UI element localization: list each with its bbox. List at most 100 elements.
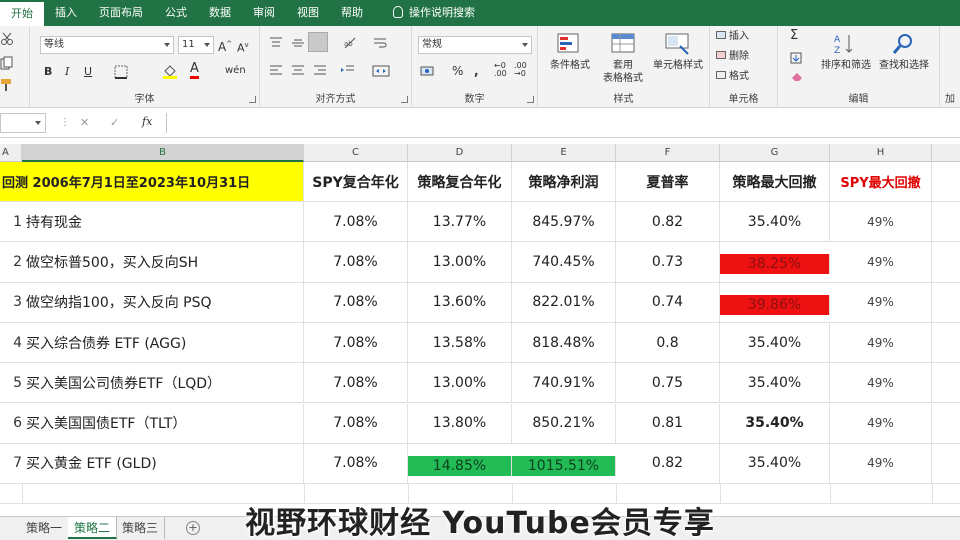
value-cell-e[interactable]: 845.97% <box>512 202 616 242</box>
format-painter-icon[interactable] <box>0 78 14 92</box>
header-spy-drawdown[interactable]: SPY最大回撤 <box>830 162 932 201</box>
value-cell-c[interactable]: 7.08% <box>304 242 408 282</box>
font-size-combo[interactable]: 11 <box>178 36 214 54</box>
indent-icon[interactable] <box>340 64 356 78</box>
value-cell-c[interactable]: 7.08% <box>304 322 408 363</box>
format-cells-button[interactable]: 格式 <box>716 70 749 84</box>
value-cell-h[interactable]: 49% <box>830 443 932 484</box>
value-cell-e[interactable]: 822.01% <box>512 282 616 322</box>
strategy-name-cell[interactable]: 2 做空标普500，买入反向SH <box>0 242 304 282</box>
orientation-icon[interactable]: ab <box>342 36 358 50</box>
value-cell-d[interactable]: 13.60% <box>408 282 512 322</box>
value-cell-d[interactable]: 13.77% <box>408 202 512 242</box>
header-title-cell[interactable]: 回测 2006年7月1日至2023年10月31日 <box>0 162 304 201</box>
italic-button[interactable]: I <box>65 64 69 80</box>
value-cell-g[interactable]: 35.40% <box>720 363 830 403</box>
fill-color-icon[interactable] <box>162 63 178 79</box>
column-header-b[interactable]: B <box>22 144 304 162</box>
value-cell-g[interactable]: 35.40% <box>720 202 830 242</box>
header-spy-cagr[interactable]: SPY复合年化 <box>304 162 408 201</box>
clear-icon[interactable] <box>790 70 804 82</box>
formula-input[interactable] <box>166 113 960 133</box>
strategy-name-cell[interactable]: 5 买入美国公司债券ETF（LQD） <box>0 363 304 403</box>
value-cell-c[interactable]: 7.08% <box>304 403 408 443</box>
phonetic-button[interactable]: wén <box>225 63 246 79</box>
increase-decimal-button[interactable]: ←0.00 <box>494 62 507 78</box>
tab-page-layout[interactable]: 页面布局 <box>88 0 154 26</box>
value-cell-f[interactable]: 0.73 <box>616 242 720 282</box>
column-header-c[interactable]: C <box>304 144 408 162</box>
value-cell-d[interactable]: 13.00% <box>408 363 512 403</box>
value-cell-h[interactable]: 49% <box>830 403 932 443</box>
value-cell-e[interactable]: 1015.51% <box>512 455 616 476</box>
align-left-icon[interactable] <box>268 64 284 78</box>
column-header-h[interactable]: H <box>830 144 932 162</box>
value-cell-c[interactable]: 7.08% <box>304 282 408 322</box>
value-cell-f[interactable]: 0.8 <box>616 322 720 363</box>
value-cell-g[interactable]: 39.86% <box>720 294 830 315</box>
tab-review[interactable]: 审阅 <box>242 0 286 26</box>
magnifier-icon[interactable] <box>890 32 916 56</box>
name-box[interactable] <box>0 113 46 133</box>
header-sharpe[interactable]: 夏普率 <box>616 162 720 201</box>
number-format-combo[interactable]: 常规 <box>418 36 532 54</box>
value-cell-c[interactable]: 7.08% <box>304 202 408 242</box>
cut-icon[interactable] <box>0 32 14 46</box>
border-icon[interactable] <box>114 65 128 79</box>
value-cell-h[interactable]: 49% <box>830 242 932 282</box>
value-cell-e[interactable]: 740.45% <box>512 242 616 282</box>
cell-styles-icon[interactable] <box>664 32 690 56</box>
value-cell-h[interactable]: 49% <box>830 282 932 322</box>
autosum-button[interactable]: Σ <box>790 28 798 44</box>
value-cell-e[interactable]: 818.48% <box>512 322 616 363</box>
font-color-button[interactable]: A <box>190 62 199 79</box>
align-center-icon[interactable] <box>290 64 306 78</box>
value-cell-f[interactable]: 0.81 <box>616 403 720 443</box>
copy-icon[interactable] <box>0 56 14 70</box>
tell-me-search[interactable]: 操作说明搜索 <box>382 0 486 26</box>
value-cell-f[interactable]: 0.74 <box>616 282 720 322</box>
font-name-combo[interactable]: 等线 <box>40 36 174 54</box>
value-cell-g[interactable]: 35.40% <box>720 443 830 484</box>
strategy-name-cell[interactable]: 7 买入黄金 ETF (GLD) <box>0 443 304 484</box>
merge-center-icon[interactable] <box>372 64 390 78</box>
strategy-name-cell[interactable]: 6 买入美国国债ETF（TLT） <box>0 403 304 443</box>
value-cell-f[interactable]: 0.82 <box>616 443 720 484</box>
underline-button[interactable]: U <box>84 64 92 80</box>
align-middle-icon[interactable] <box>290 36 306 50</box>
column-header-d[interactable]: D <box>408 144 512 162</box>
value-cell-d[interactable]: 13.58% <box>408 322 512 363</box>
insert-cells-button[interactable]: 插入 <box>716 30 749 44</box>
delete-cells-button[interactable]: 删除 <box>716 50 749 64</box>
value-cell-h[interactable]: 49% <box>830 363 932 403</box>
cancel-formula-button[interactable]: ✕ <box>80 115 89 131</box>
enter-formula-button[interactable]: ✓ <box>110 115 119 131</box>
conditional-format-icon[interactable] <box>556 32 582 56</box>
tab-view[interactable]: 视图 <box>286 0 330 26</box>
value-cell-g[interactable]: 35.40% <box>720 403 830 443</box>
value-cell-h[interactable]: 49% <box>830 202 932 242</box>
accounting-format-icon[interactable] <box>420 64 438 78</box>
wrap-text-icon[interactable] <box>372 36 388 50</box>
percent-style-button[interactable]: % <box>452 63 463 79</box>
header-strategy-drawdown[interactable]: 策略最大回撤 <box>720 162 830 201</box>
tab-insert[interactable]: 插入 <box>44 0 88 26</box>
format-as-table-icon[interactable] <box>610 32 636 56</box>
value-cell-g[interactable]: 38.25% <box>720 254 830 275</box>
grow-font-button[interactable]: A^ <box>218 36 232 55</box>
shrink-font-button[interactable]: Av <box>237 37 249 57</box>
dialog-launcher-icon[interactable] <box>249 96 256 103</box>
insert-function-button[interactable]: fx <box>142 114 152 130</box>
align-right-icon[interactable] <box>312 64 328 78</box>
value-cell-g[interactable]: 35.40% <box>720 322 830 363</box>
tab-formulas[interactable]: 公式 <box>154 0 198 26</box>
strategy-name-cell[interactable]: 3 做空纳指100，买入反向 PSQ <box>0 282 304 322</box>
value-cell-f[interactable]: 0.82 <box>616 202 720 242</box>
strategy-name-cell[interactable]: 1 持有现金 <box>0 202 304 242</box>
value-cell-h[interactable]: 49% <box>830 322 932 363</box>
value-cell-d[interactable]: 14.85% <box>408 455 512 476</box>
align-top-icon[interactable] <box>268 36 284 50</box>
dialog-launcher-icon[interactable] <box>401 96 408 103</box>
header-net-profit[interactable]: 策略净利润 <box>512 162 616 201</box>
value-cell-d[interactable]: 13.80% <box>408 403 512 443</box>
